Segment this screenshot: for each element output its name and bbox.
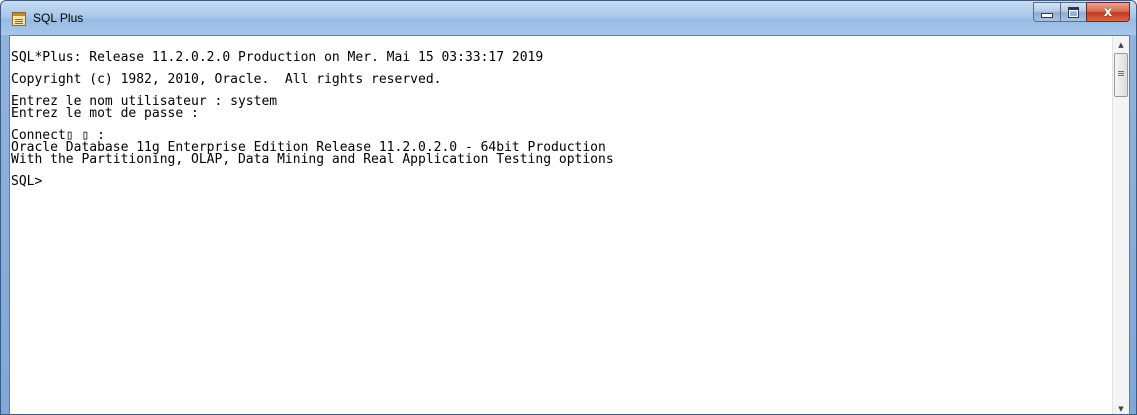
- window-controls: x: [1033, 2, 1130, 22]
- console-line-options: With the Partitioning, OLAP, Data Mining…: [11, 152, 614, 167]
- console-line-copyright: Copyright (c) 1982, 2010, Oracle. All ri…: [11, 72, 442, 87]
- scroll-down-arrow-icon[interactable]: ▼: [1113, 400, 1129, 414]
- vertical-scrollbar[interactable]: ▲ ▼: [1112, 36, 1129, 414]
- console-line-banner: SQL*Plus: Release 11.2.0.2.0 Production …: [11, 50, 544, 65]
- scroll-grip-icon: [1118, 71, 1124, 72]
- console-line-password-prompt: Entrez le mot de passe :: [11, 106, 199, 121]
- minimize-icon: [1041, 13, 1053, 18]
- minimize-button[interactable]: [1033, 2, 1060, 22]
- close-icon: x: [1103, 4, 1113, 20]
- close-button[interactable]: x: [1086, 2, 1130, 22]
- sqlplus-app-icon[interactable]: [12, 12, 26, 26]
- console-area[interactable]: SQL*Plus: Release 11.2.0.2.0 Production …: [9, 35, 1130, 414]
- scroll-up-arrow-icon[interactable]: ▲: [1113, 36, 1129, 53]
- sqlplus-window: SQL Plus x SQL*Plus: Release 11.2.0.2.0 …: [0, 0, 1137, 415]
- maximize-icon: [1068, 6, 1079, 18]
- console-output[interactable]: SQL*Plus: Release 11.2.0.2.0 Production …: [10, 36, 1113, 414]
- title-bar[interactable]: SQL Plus x: [1, 1, 1136, 35]
- maximize-button[interactable]: [1060, 2, 1086, 22]
- scroll-thumb[interactable]: [1114, 53, 1128, 97]
- sql-prompt[interactable]: SQL>: [11, 175, 1113, 188]
- window-title: SQL Plus: [33, 11, 84, 25]
